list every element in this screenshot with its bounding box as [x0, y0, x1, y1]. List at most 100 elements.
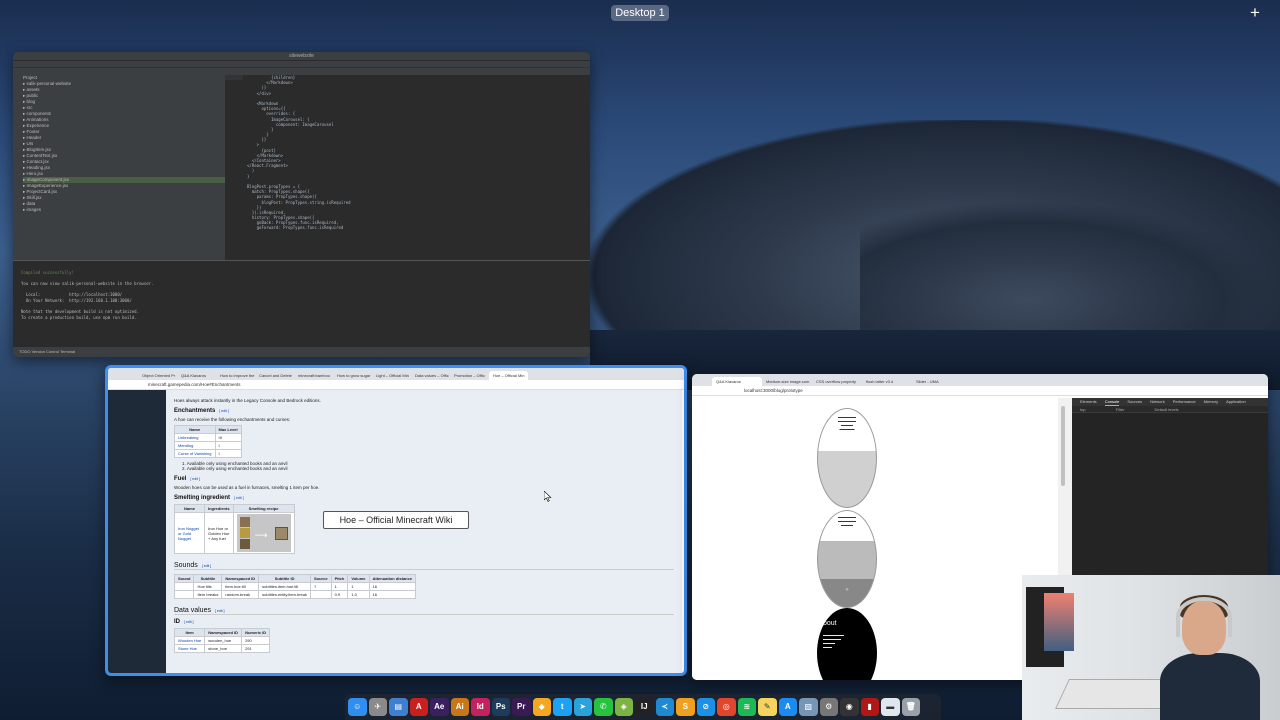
devtools-tabs[interactable]: Elements Console Sources Network Performance… [1072, 398, 1268, 406]
dev-address-bar[interactable]: localhost:3000/blog/prototype [692, 386, 1268, 396]
table-cell: 16 [368, 582, 417, 591]
tree-items: ▸ salik-personal-website ▸ assets ▸ public… [23, 81, 225, 212]
devtools-tab-memory[interactable]: Memory [1204, 398, 1218, 406]
ide-window[interactable]: sitewebsite Project ▸ salik-personal-web… [13, 52, 590, 357]
vscode-icon[interactable]: ≺ [655, 697, 674, 717]
table-cell[interactable]: Curse of Vanishing [174, 449, 216, 458]
spotify-icon[interactable]: ≋ [737, 697, 756, 717]
devtools-tab-performance[interactable]: Performance [1173, 398, 1196, 406]
devtools-filter-item[interactable]: Filter [1116, 406, 1125, 412]
table-cell[interactable]: Mending [174, 441, 216, 450]
wiki-tab-strip[interactable]: Object Oriented Pr Q&A Klavaros How to imp… [108, 368, 684, 380]
pdf-icon[interactable]: ▮ [860, 697, 879, 717]
preview-icon[interactable]: ▨ [799, 697, 818, 717]
sublime-icon[interactable]: S [676, 697, 695, 717]
oval-card-3-heading: bout [823, 620, 837, 627]
whatsapp-icon[interactable]: ✆ [594, 697, 613, 717]
acrobat-icon[interactable]: A [409, 697, 428, 717]
wiki-tab[interactable]: Light – Official Min [372, 371, 411, 380]
ingredient-slot [239, 517, 250, 527]
devtools-tab-network[interactable]: Network [1150, 398, 1165, 406]
edit-link[interactable]: [ edit ] [219, 409, 229, 413]
table-cell[interactable]: Wooden Hoe [173, 636, 206, 645]
scrollbar-thumb[interactable] [1061, 406, 1065, 486]
smelt-name[interactable]: Iron Nugget or Gold Nugget [174, 512, 205, 554]
edit-link[interactable]: [ edit ] [190, 477, 200, 481]
devtools-tab-console[interactable]: Console [1104, 398, 1120, 406]
terminal-line: To create a production build, use npm ru… [21, 314, 137, 320]
dev-tab[interactable]: Medium-size image.com [762, 377, 812, 386]
tree-item[interactable]: ▸ images [23, 207, 225, 213]
android-icon[interactable]: ◈ [614, 697, 633, 717]
wiki-address-bar[interactable]: minecraft.gamepedia.com/Hoe#Enchantments [108, 380, 684, 390]
intro-text: Hoes always attack instantly in the Lega… [174, 398, 321, 403]
devtools-tab-sources[interactable]: Sources [1127, 398, 1142, 406]
enchant-note: 2. Available only using enchanted books … [182, 466, 288, 471]
folder-icon[interactable]: ▬ [881, 697, 900, 717]
webcam-screen [1044, 593, 1074, 651]
safari-icon[interactable]: ⊘ [696, 697, 715, 717]
dev-tab[interactable]: Q&A Klavaros [712, 377, 762, 386]
ide-icon[interactable]: IJ [635, 697, 654, 717]
wiki-tab[interactable]: How to grow sugar [333, 371, 372, 380]
wiki-tab[interactable]: Q&A Klavaros [177, 371, 216, 380]
wiki-tab[interactable]: Data values – Offic [411, 371, 450, 380]
table-cell: 0.9 [330, 590, 349, 599]
telegram-icon[interactable]: ➤ [573, 697, 592, 717]
dev-tab-strip[interactable]: Q&A Klavaros Medium-size image.com CSS ove… [692, 374, 1268, 386]
devtools-filter-item[interactable]: Default levels [1154, 406, 1178, 412]
system-prefs-icon[interactable]: ⚙ [819, 697, 838, 717]
dev-tab[interactable]: Slider - UMA [912, 377, 962, 386]
wiki-tab[interactable]: Promotion – Offic [450, 371, 489, 380]
finder-icon[interactable]: ☺ [348, 697, 367, 717]
twitter-icon[interactable]: t [553, 697, 572, 717]
desktop-1-label[interactable]: Desktop 1 [611, 5, 669, 21]
table-cell[interactable]: Unbreaking [174, 433, 216, 442]
illustrator-icon[interactable]: Ai [450, 697, 469, 717]
data-values-heading: Data values[ edit ] [174, 607, 674, 615]
dev-page-viewport[interactable]: ▬▬▬▬▬▬ ▬▬▬▬▬▬ ▬▬▬▬ ▬▬▬▬▬ ▬▬▬▬▬▬ ▬▬▬▬▬▬ ▬▬▬▬ ◎… [692, 398, 1058, 680]
launchpad-icon[interactable]: ✈ [368, 697, 387, 717]
wiki-tab[interactable]: Object Oriented Pr [138, 371, 177, 380]
wiki-tab[interactable]: Hoe – Official Min [489, 371, 528, 380]
output-slot [274, 527, 288, 540]
devtools-tab-elements[interactable]: Elements [1080, 398, 1097, 406]
photoshop-icon[interactable]: Ps [491, 697, 510, 717]
table-header-cell: Sound [173, 574, 195, 583]
files-icon[interactable]: ▤ [389, 697, 408, 717]
edit-link[interactable]: [ edit ] [184, 620, 194, 624]
table-row: Hoe tills item.hoe.till subtitles.item.hoe… [173, 582, 417, 591]
table-cell: wooden_hoe [204, 636, 243, 645]
table-header-cell: Attenuation distance [368, 574, 417, 583]
project-tree[interactable]: Project ▸ salik-personal-website ▸ assets… [13, 75, 225, 260]
app-store-icon[interactable]: A [778, 697, 797, 717]
edit-link[interactable]: [ edit ] [234, 496, 244, 500]
wiki-tab[interactable]: Cancel and Delete [255, 371, 294, 380]
chrome-icon[interactable]: ◎ [717, 697, 736, 717]
code-editor[interactable]: {children} </Markdown> )} </div> <Markdo… [225, 75, 590, 260]
camera-icon[interactable]: ◉ [840, 697, 859, 717]
edit-link[interactable]: [ edit ] [215, 609, 225, 613]
table-cell: 16 [368, 590, 417, 599]
id-heading: ID[ edit ] [174, 619, 194, 625]
table-cell[interactable]: Stone Hoe [173, 644, 206, 653]
devtools-filter-bar[interactable]: top Filter Default levels [1072, 406, 1268, 413]
dock[interactable]: ☺ ✈ ▤ A Ae Ai Id Ps Pr ◆ t ➤ ✆ ◈ IJ ≺ S ⊘ ◎ ≋ ✎ A ▨ ⚙ ◉ ▮ ▬ 🗑 [345, 694, 941, 720]
trash-icon[interactable]: 🗑 [901, 697, 920, 717]
devtools-filter-item[interactable]: top [1080, 406, 1086, 412]
sketch-icon[interactable]: ◆ [532, 697, 551, 717]
after-effects-icon[interactable]: Ae [430, 697, 449, 717]
add-desktop-button[interactable]: + [1250, 4, 1260, 21]
oval-card-1: ▬▬▬▬▬▬ ▬▬▬▬▬▬ ▬▬▬▬ ▬▬▬▬▬ [817, 408, 877, 508]
edit-link[interactable]: [ edit ] [202, 564, 212, 568]
wiki-tab[interactable]: How to improve the [216, 371, 255, 380]
terminal-panel[interactable]: Compiled successfully! You can now view s… [13, 260, 590, 347]
wiki-tab[interactable]: minecraft:bamboo [294, 371, 333, 380]
devtools-tab-application[interactable]: Application [1226, 398, 1246, 406]
premiere-icon[interactable]: Pr [512, 697, 531, 717]
dev-tab[interactable]: CSS overflow property [812, 377, 862, 386]
notes-icon[interactable]: ✎ [758, 697, 777, 717]
indesign-icon[interactable]: Id [471, 697, 490, 717]
dev-tab[interactable]: flush latter v3.4 [862, 377, 912, 386]
table-header-cell: Ingredients [204, 504, 234, 513]
